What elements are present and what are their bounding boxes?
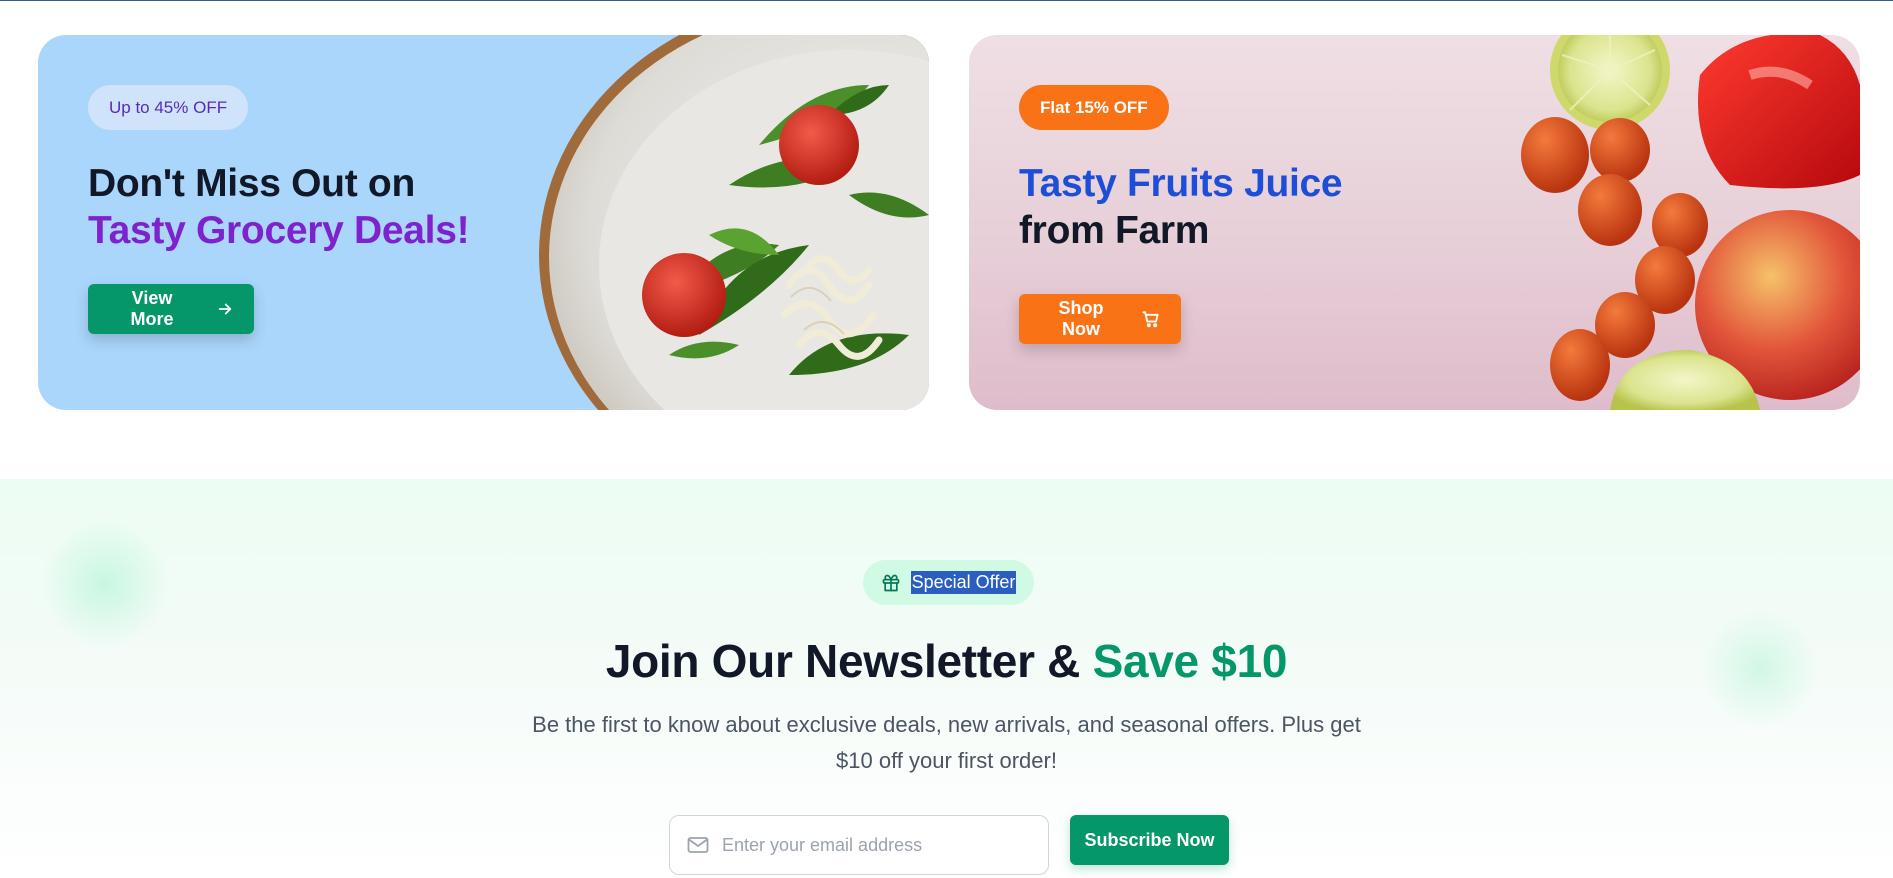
newsletter-description: Be the first to know about exclusive dea… <box>532 712 1361 773</box>
discount-badge: Flat 15% OFF <box>1019 85 1169 130</box>
special-offer-label: Special Offer <box>910 571 1017 594</box>
view-more-label: View More <box>130 288 174 329</box>
fruits-image <box>1521 35 1860 410</box>
gift-icon <box>882 574 899 591</box>
promo-card-grocery: Up to 45% OFF Don't Miss Out on Tasty Gr… <box>38 35 929 410</box>
salad-plate-image <box>539 35 929 410</box>
headline-line-1: Don't Miss Out on <box>88 162 415 205</box>
shop-now-button[interactable]: Shop Now <box>1019 294 1181 344</box>
top-border <box>0 0 1893 1</box>
special-offer-pill: Special Offer <box>863 560 1034 605</box>
shopping-cart-icon <box>1142 311 1159 328</box>
promo-headline: Tasty Fruits Juice from Farm <box>1019 160 1343 254</box>
newsletter-title-main: Join Our Newsletter & <box>605 635 1093 687</box>
headline-line-2: Tasty Grocery Deals! <box>88 209 470 252</box>
newsletter-title: Join Our Newsletter & Save $10 <box>0 634 1893 688</box>
promo-card-juice: Flat 15% OFF Tasty Fruits Juice from Far… <box>969 35 1860 410</box>
view-more-button[interactable]: View More <box>88 284 254 334</box>
email-field[interactable] <box>669 815 1049 875</box>
mail-icon <box>687 837 709 853</box>
promo-headline: Don't Miss Out on Tasty Grocery Deals! <box>88 160 470 254</box>
arrow-right-icon <box>218 303 232 315</box>
email-input[interactable] <box>722 834 1022 856</box>
newsletter-section: Special Offer Join Our Newsletter & Save… <box>0 479 1893 878</box>
headline-line-2: from Farm <box>1019 209 1210 252</box>
headline-line-1: Tasty Fruits Juice <box>1019 162 1343 205</box>
subscribe-button[interactable]: Subscribe Now <box>1070 815 1229 865</box>
shop-now-label: Shop Now <box>1058 298 1104 339</box>
discount-badge: Up to 45% OFF <box>88 85 249 130</box>
decorative-blob <box>40 519 170 649</box>
newsletter-title-accent: Save $10 <box>1092 635 1288 687</box>
